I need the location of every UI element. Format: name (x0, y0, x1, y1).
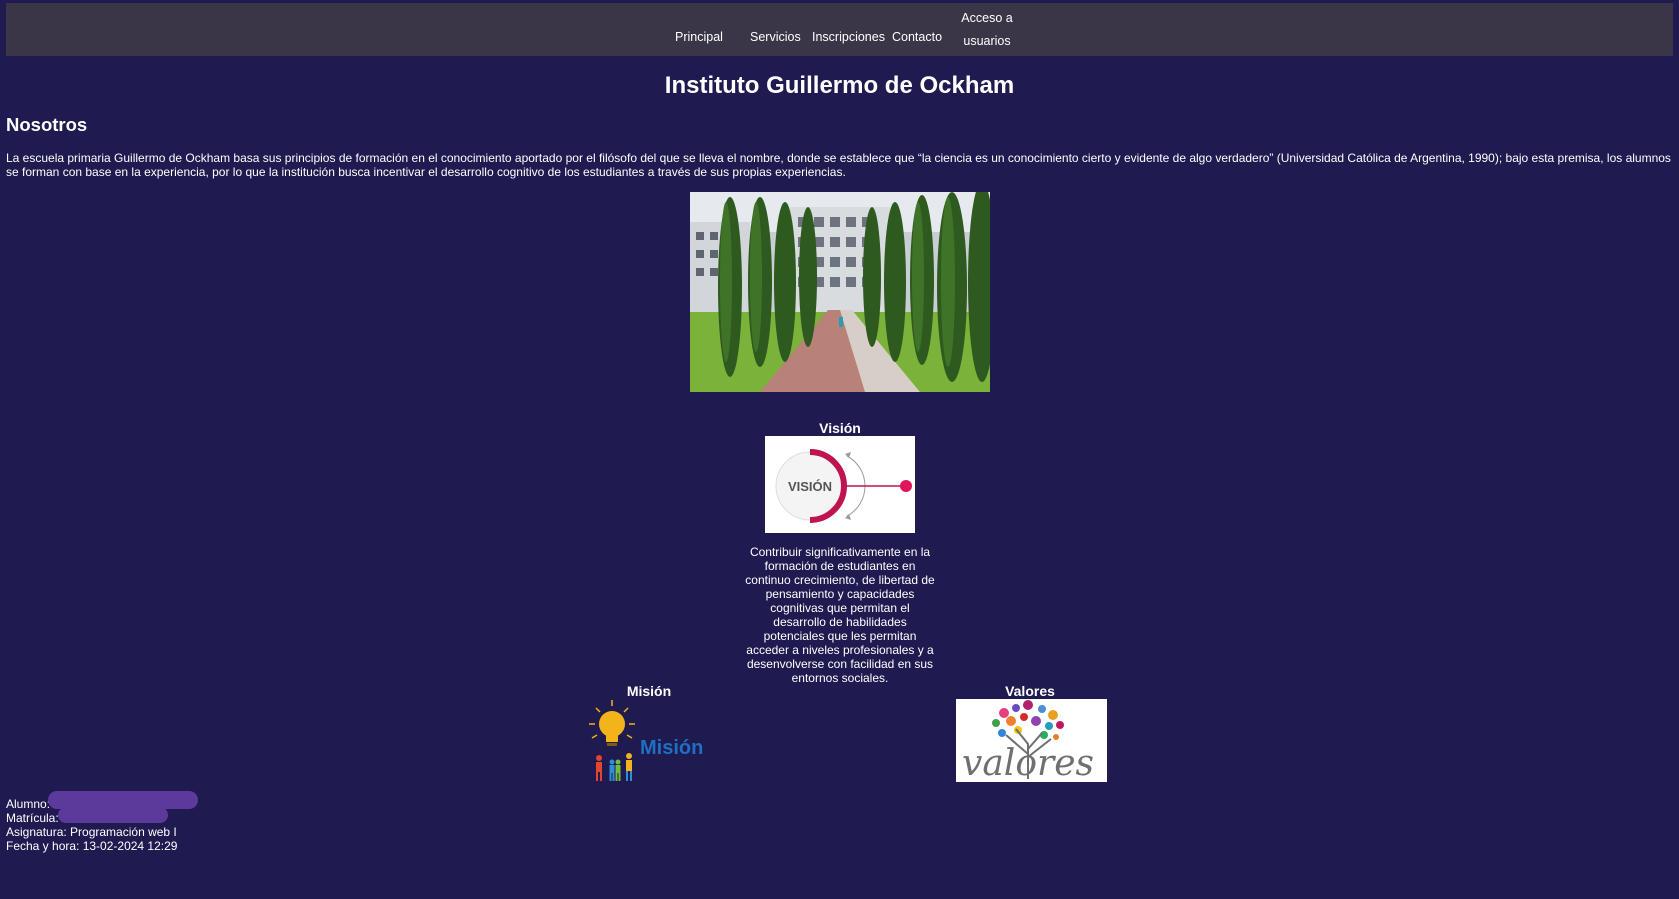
mision-image-text: Misión (640, 737, 703, 759)
campus-photo (690, 192, 990, 392)
about-paragraph: La escuela primaria Guillermo de Ockham … (6, 151, 1671, 179)
vision-image: VISIÓN (765, 436, 915, 533)
section-heading-nosotros: Nosotros (6, 114, 88, 135)
redaction-mark (58, 807, 168, 823)
page-title: Instituto Guillermo de Ockham (664, 72, 1015, 99)
footer-matricula: Matrícula: (6, 807, 177, 825)
vision-paragraph: Contribuir significativamente en la form… (745, 545, 935, 685)
nav-link-inscripciones[interactable]: Inscripciones (812, 30, 885, 44)
nav-link-servicios[interactable]: Servicios (750, 30, 801, 44)
nav-link-principal[interactable]: Principal (675, 30, 723, 44)
mision-heading: Misión (626, 683, 672, 699)
top-navbar: Principal Servicios Inscripciones Contac… (6, 3, 1673, 56)
vision-image-text: VISIÓN (788, 479, 832, 494)
matricula-label: Matrícula: (6, 811, 59, 825)
valores-image-text: valores (962, 743, 1094, 782)
alumno-label: Alumno: (6, 797, 51, 811)
nav-link-acceso-usuarios[interactable]: Acceso a usuarios (952, 7, 1022, 53)
valores-image: valores (956, 699, 1107, 782)
valores-heading: Valores (1005, 683, 1055, 699)
vision-heading: Visión (819, 420, 861, 436)
footer-asignatura: Asignatura: Programación web I (6, 825, 177, 839)
mision-image: Misión (584, 698, 710, 783)
footer-info: Alumno: Matrícula: Asignatura: Programac… (6, 791, 198, 853)
footer-fecha: Fecha y hora: 13-02-2024 12:29 (6, 839, 178, 853)
nav-link-contacto[interactable]: Contacto (892, 30, 942, 44)
